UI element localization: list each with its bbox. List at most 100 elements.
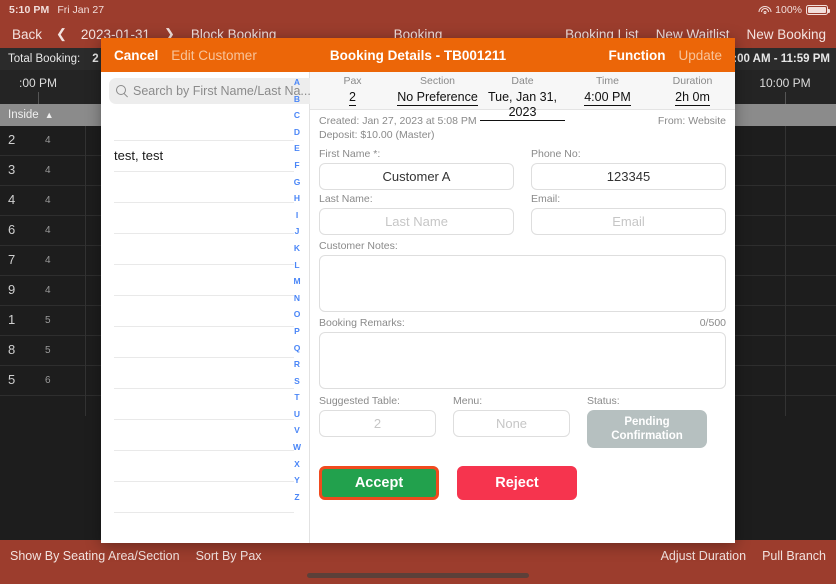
summary-label: Duration <box>672 75 713 87</box>
accept-button[interactable]: Accept <box>319 466 439 500</box>
list-item[interactable] <box>114 451 294 482</box>
search-input[interactable]: Search by First Name/Last Na... <box>109 78 318 104</box>
name-phone-row: First Name *: Customer A Phone No: 12334… <box>319 148 726 190</box>
table-menu-status-row: Suggested Table: 2 Menu: None Status: Pe… <box>319 395 726 448</box>
menu-field[interactable]: None <box>453 410 570 437</box>
suggested-table-label: Suggested Table: <box>319 395 400 407</box>
alphabet-index[interactable]: ABCDEFGHIJKLMNOPQRSTUVWXYZ <box>288 74 306 541</box>
suggested-table-group: Suggested Table: 2 <box>319 395 436 448</box>
alphabet-index-letter[interactable]: B <box>294 91 300 108</box>
summary-cell-date[interactable]: Date Tue, Jan 31, 2023 <box>480 72 565 121</box>
customer-notes-textarea[interactable] <box>319 255 726 312</box>
alphabet-index-letter[interactable]: D <box>294 124 300 141</box>
alphabet-index-letter[interactable]: P <box>294 323 300 340</box>
alphabet-index-letter[interactable]: S <box>294 373 300 390</box>
list-item[interactable] <box>114 265 294 296</box>
alphabet-index-letter[interactable]: X <box>294 456 300 473</box>
time-tick: :00 PM <box>18 76 58 90</box>
alphabet-index-letter[interactable]: T <box>294 389 299 406</box>
table-number: 1 <box>8 312 16 327</box>
alphabet-index-letter[interactable]: N <box>294 290 300 307</box>
customer-notes-group: Customer Notes: <box>319 240 726 312</box>
reject-button[interactable]: Reject <box>457 466 577 500</box>
list-item[interactable] <box>114 203 294 234</box>
list-item[interactable] <box>114 327 294 358</box>
wifi-icon <box>758 5 772 15</box>
table-number: 4 <box>8 192 16 207</box>
alphabet-index-letter[interactable]: V <box>294 422 300 439</box>
lastname-email-row: Last Name: Last Name Email: Email <box>319 193 726 235</box>
booking-summary-row: Pax 2 Section No Preference Date Tue, Jan 31,… <box>310 72 735 121</box>
alphabet-index-letter[interactable]: U <box>294 406 300 423</box>
last-name-field[interactable]: Last Name <box>319 208 514 235</box>
summary-cell-duration[interactable]: Duration 2h 0m <box>650 72 735 109</box>
search-row: Search by First Name/Last Na... <box>101 72 318 110</box>
alphabet-index-letter[interactable]: E <box>294 140 300 157</box>
suggested-table-field[interactable]: 2 <box>319 410 436 437</box>
table-capacity: 4 <box>45 135 51 146</box>
list-item[interactable] <box>114 234 294 265</box>
new-booking-button[interactable]: New Booking <box>746 27 826 42</box>
summary-value: 2h 0m <box>675 90 710 106</box>
alphabet-index-letter[interactable]: G <box>294 174 301 191</box>
alphabet-index-letter[interactable]: R <box>294 356 300 373</box>
phone-label: Phone No: <box>531 148 581 160</box>
alphabet-index-letter[interactable]: A <box>294 74 300 91</box>
service-hours-label: 12:00 AM - 11:59 PM <box>720 53 830 65</box>
alphabet-index-letter[interactable]: M <box>293 273 300 290</box>
list-item[interactable] <box>114 296 294 327</box>
alphabet-index-letter[interactable]: Q <box>294 340 301 357</box>
alphabet-index-letter[interactable]: Z <box>294 489 299 506</box>
booking-remarks-counter: 0/500 <box>699 317 726 329</box>
function-button[interactable]: Function <box>608 48 665 63</box>
alphabet-index-letter[interactable]: L <box>294 257 299 274</box>
cancel-button[interactable]: Cancel <box>114 48 158 63</box>
first-name-field[interactable]: Customer A <box>319 163 514 190</box>
booking-remarks-textarea[interactable] <box>319 332 726 389</box>
list-item[interactable] <box>114 420 294 451</box>
alphabet-index-letter[interactable]: Y <box>294 472 300 489</box>
table-capacity: 5 <box>45 345 51 356</box>
list-item[interactable] <box>114 513 294 543</box>
alphabet-index-letter[interactable]: W <box>293 439 301 456</box>
update-button[interactable]: Update <box>678 48 722 63</box>
search-placeholder: Search by First Name/Last Na... <box>133 84 311 98</box>
time-tick: 10:00 PM <box>759 76 811 90</box>
list-item[interactable]: test, test <box>114 141 294 172</box>
list-item[interactable] <box>114 358 294 389</box>
sort-by-pax-button[interactable]: Sort By Pax <box>196 549 262 563</box>
phone-field[interactable]: 123345 <box>531 163 726 190</box>
summary-cell-time[interactable]: Time 4:00 PM <box>565 72 650 109</box>
list-item[interactable] <box>114 482 294 513</box>
pull-branch-button[interactable]: Pull Branch <box>762 549 826 563</box>
edit-customer-button[interactable]: Edit Customer <box>171 48 257 63</box>
email-label: Email: <box>531 193 561 205</box>
alphabet-index-letter[interactable]: J <box>295 223 300 240</box>
adjust-duration-button[interactable]: Adjust Duration <box>661 549 746 563</box>
alphabet-index-letter[interactable]: H <box>294 190 300 207</box>
summary-cell-section[interactable]: Section No Preference <box>395 72 480 109</box>
status-badge[interactable]: Pending Confirmation <box>587 410 707 448</box>
modal-body: Search by First Name/Last Na... test, te… <box>101 72 735 543</box>
alphabet-index-letter[interactable]: C <box>294 107 300 124</box>
customer-name: test, test <box>114 148 164 163</box>
status-group: Status: Pending Confirmation <box>587 395 707 448</box>
list-item[interactable] <box>114 172 294 203</box>
alphabet-index-letter[interactable]: K <box>294 240 300 257</box>
screen-root: 5:10 PM Fri Jan 27 100% Back ❮ 2023-01-3… <box>0 0 836 584</box>
alphabet-index-letter[interactable]: O <box>294 306 301 323</box>
list-item[interactable] <box>114 110 294 141</box>
show-by-seating-area-button[interactable]: Show By Seating Area/Section <box>10 549 180 563</box>
customer-list[interactable]: test, test <box>101 110 309 543</box>
email-group: Email: Email <box>531 193 726 235</box>
alphabet-index-letter[interactable]: F <box>294 157 299 174</box>
customer-notes-label: Customer Notes: <box>319 240 398 252</box>
customer-search-pane: Search by First Name/Last Na... test, te… <box>101 72 318 543</box>
table-capacity: 4 <box>45 195 51 206</box>
list-item[interactable] <box>114 389 294 420</box>
email-field[interactable]: Email <box>531 208 726 235</box>
bottom-left-actions: Show By Seating Area/Section Sort By Pax <box>10 549 262 563</box>
summary-cell-pax[interactable]: Pax 2 <box>310 72 395 109</box>
alphabet-index-letter[interactable]: I <box>296 207 298 224</box>
first-name-group: First Name *: Customer A <box>319 148 514 190</box>
